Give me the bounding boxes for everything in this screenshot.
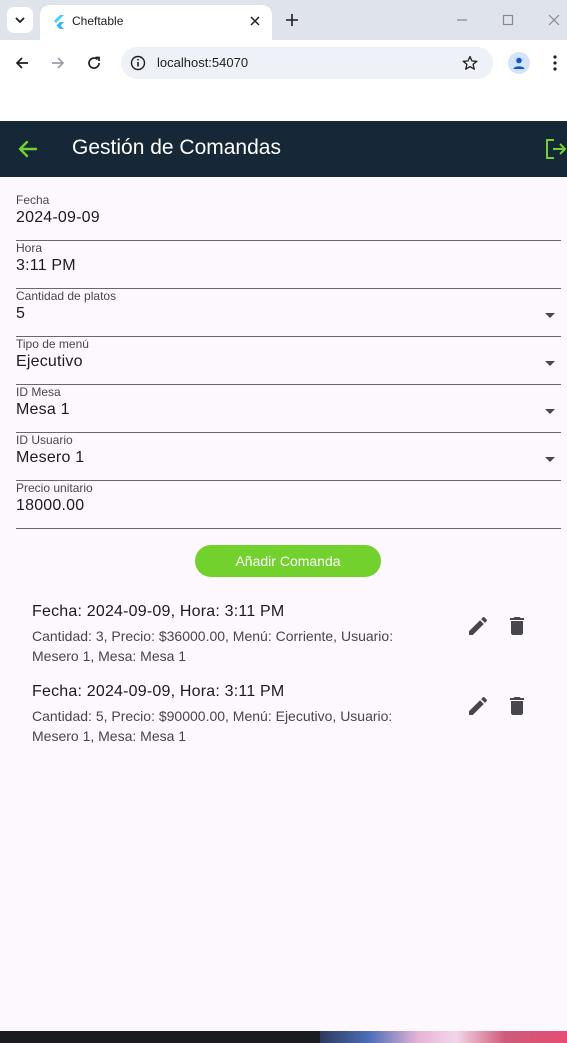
profile-button[interactable] — [508, 52, 530, 74]
browser-menu-button[interactable] — [546, 52, 564, 74]
table-id-value[interactable]: Mesa 1 — [16, 401, 70, 419]
date-label: Fecha — [16, 193, 50, 207]
order-details: Cantidad: 3, Precio: $36000.00, Menú: Co… — [32, 628, 394, 664]
dropdown-arrow-icon[interactable] — [545, 409, 555, 414]
page-title: Gestión de Comandas — [72, 136, 281, 159]
user-id-label: ID Usuario — [16, 433, 73, 447]
chevron-down-icon — [15, 17, 25, 24]
table-id-label: ID Mesa — [16, 385, 61, 399]
bookmark-button[interactable] — [461, 54, 479, 72]
quantity-label: Cantidad de platos — [16, 289, 117, 303]
dropdown-arrow-icon[interactable] — [545, 313, 555, 318]
browser-tab[interactable]: Cheftable — [40, 5, 272, 40]
table-id-dropdown[interactable]: ID Mesa Mesa 1 — [16, 385, 561, 433]
app-bar: Gestión de Comandas — [0, 121, 567, 177]
menu-type-value[interactable]: Ejecutivo — [16, 353, 83, 371]
new-tab-button[interactable] — [282, 10, 302, 30]
unit-price-field[interactable]: Precio unitario 18000.00 — [16, 481, 561, 529]
plus-icon — [286, 14, 298, 26]
site-info-button[interactable] — [129, 54, 147, 72]
add-order-button[interactable]: Añadir Comanda — [195, 545, 381, 577]
close-icon — [548, 14, 560, 26]
order-details: Cantidad: 5, Precio: $90000.00, Menú: Ej… — [32, 708, 393, 744]
order-title: Fecha: 2024-09-09, Hora: 3:11 PM — [32, 603, 285, 620]
forward-button[interactable] — [47, 52, 69, 74]
edit-icon[interactable] — [466, 694, 490, 718]
arrow-back-icon[interactable] — [16, 137, 40, 161]
time-label: Hora — [16, 241, 43, 255]
url-text[interactable]: localhost:54070 — [157, 55, 248, 70]
minimize-icon — [457, 19, 467, 21]
flutter-icon — [54, 15, 64, 29]
user-id-value[interactable]: Mesero 1 — [16, 449, 84, 467]
back-button[interactable] — [11, 52, 33, 74]
menu-type-label: Tipo de menú — [16, 337, 89, 351]
close-window-button[interactable] — [544, 10, 564, 30]
time-value[interactable]: 3:11 PM — [16, 257, 76, 275]
list-item: Fecha: 2024-09-09, Hora: 3:11 PM Cantida… — [32, 603, 532, 673]
arrow-right-icon — [52, 57, 65, 69]
address-bar[interactable]: localhost:54070 — [121, 47, 493, 79]
maximize-icon — [502, 14, 514, 26]
tab-close-button[interactable] — [246, 12, 264, 30]
browser-toolbar: localhost:54070 — [0, 40, 567, 86]
more-vert-icon — [553, 55, 557, 71]
delete-icon[interactable] — [505, 614, 529, 638]
quantity-value[interactable]: 5 — [16, 305, 25, 323]
maximize-button[interactable] — [498, 10, 518, 30]
tab-search-button[interactable] — [7, 7, 33, 33]
reload-button[interactable] — [83, 52, 105, 74]
menu-type-dropdown[interactable]: Tipo de menú Ejecutivo — [16, 337, 561, 385]
info-icon — [130, 55, 146, 71]
wallpaper-strip — [320, 1031, 567, 1043]
quantity-dropdown[interactable]: Cantidad de platos 5 — [16, 289, 561, 337]
order-title: Fecha: 2024-09-09, Hora: 3:11 PM — [32, 683, 285, 700]
close-icon — [250, 16, 260, 26]
date-value[interactable]: 2024-09-09 — [16, 209, 100, 227]
star-icon — [462, 55, 478, 70]
tab-title: Cheftable — [72, 14, 124, 28]
minimize-button[interactable] — [452, 10, 472, 30]
delete-icon[interactable] — [505, 694, 529, 718]
page-top-spacer — [0, 86, 567, 121]
arrow-left-icon — [15, 57, 28, 69]
logout-icon[interactable] — [544, 137, 567, 161]
os-taskbar — [0, 1031, 567, 1043]
unit-price-label: Precio unitario — [16, 481, 93, 495]
list-item: Fecha: 2024-09-09, Hora: 3:11 PM Cantida… — [32, 683, 532, 753]
dropdown-arrow-icon[interactable] — [545, 361, 555, 366]
browser-tabstrip: Cheftable — [0, 0, 567, 40]
unit-price-value[interactable]: 18000.00 — [16, 497, 84, 515]
dropdown-arrow-icon[interactable] — [545, 457, 555, 462]
time-field[interactable]: Hora 3:11 PM — [16, 241, 561, 289]
date-field[interactable]: Fecha 2024-09-09 — [16, 193, 561, 241]
edit-icon[interactable] — [466, 614, 490, 638]
user-id-dropdown[interactable]: ID Usuario Mesero 1 — [16, 433, 561, 481]
person-icon — [513, 57, 525, 69]
reload-icon — [88, 56, 100, 69]
